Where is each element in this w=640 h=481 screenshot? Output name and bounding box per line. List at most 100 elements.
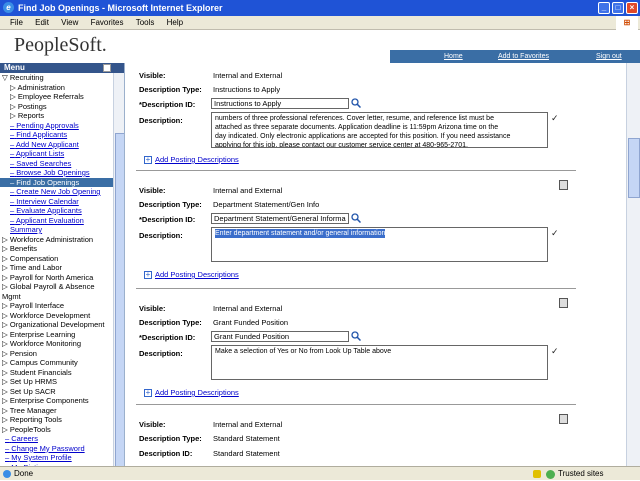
description-type-value: Standard Statement [213, 434, 280, 443]
menu-item-label: Workforce Development [9, 310, 91, 320]
maximize-button[interactable]: □ [612, 2, 624, 14]
menu-item[interactable]: – Saved Searches [0, 159, 113, 169]
add-posting-descriptions-link[interactable]: + Add Posting Descriptions [144, 155, 239, 164]
spell-check-icon[interactable]: ✓ [551, 228, 563, 238]
menu-bullet: – [10, 177, 15, 187]
description-id-label: *Description ID: [139, 215, 196, 224]
menu-item[interactable]: ▷ Reports [0, 111, 113, 121]
menu-item[interactable]: – Browse Job Openings [0, 168, 113, 178]
content-scroll-thumb[interactable] [628, 138, 640, 198]
menu-item[interactable]: – Create New Job Opening [0, 187, 113, 197]
lookup-magnifier-icon[interactable] [351, 331, 361, 341]
menu-item[interactable]: – Find Job Openings [0, 177, 113, 187]
description-id-input[interactable]: Instructions to Apply [211, 98, 349, 109]
menu-item[interactable]: – Add New Applicant [0, 140, 113, 150]
menu-item[interactable]: ▷ Reporting Tools [0, 415, 113, 425]
menu-scroll-thumb[interactable] [115, 133, 124, 466]
menu-edit[interactable]: Edit [35, 18, 49, 27]
menu-item[interactable]: ▷ Workforce Monitoring [0, 339, 113, 349]
menu-item[interactable]: ▷ Campus Community [0, 358, 113, 368]
collapsed-arrow-icon: ▷ [2, 348, 8, 358]
menu-item-label: Recruiting [9, 73, 44, 82]
spell-check-icon[interactable]: ✓ [551, 113, 563, 123]
description-id-input[interactable]: Grant Funded Position [211, 331, 349, 342]
lookup-magnifier-icon[interactable] [351, 98, 361, 108]
delete-row-icon[interactable] [559, 180, 568, 190]
spell-check-icon[interactable]: ✓ [551, 346, 563, 356]
menu-item[interactable]: – Pending Approvals [0, 121, 113, 131]
section-divider [136, 288, 576, 289]
menu-favorites[interactable]: Favorites [91, 18, 124, 27]
menu-item[interactable]: ▷ Postings [0, 102, 113, 112]
menu-item[interactable]: ▷ Global Payroll & Absence Mgmt [0, 282, 113, 301]
expanded-arrow-icon: ▽ [2, 73, 8, 82]
delete-row-icon[interactable] [559, 414, 568, 424]
menu-item-label: Evaluate Applicants [16, 206, 82, 215]
menu-tools[interactable]: Tools [136, 18, 155, 27]
description-type-label: Description Type: [139, 200, 202, 209]
home-link[interactable]: Home [444, 50, 463, 63]
menu-item[interactable]: – Find Applicants [0, 130, 113, 140]
menu-item[interactable]: – Applicant Lists [0, 149, 113, 159]
collapsed-arrow-icon: ▷ [2, 367, 8, 377]
menu-item[interactable]: ▷ Time and Labor [0, 263, 113, 273]
menu-item[interactable]: – Applicant Evaluation Summary [0, 216, 113, 235]
menu-item[interactable]: ▷ Employee Referrals [0, 92, 113, 102]
menu-item[interactable]: – Interview Calendar [0, 197, 113, 207]
menu-item[interactable]: ▷ Compensation [0, 254, 113, 264]
menu-item-label: Payroll for North America [9, 272, 94, 282]
add-row-icon: + [144, 270, 152, 279]
description-label: Description: [139, 116, 183, 125]
collapsed-arrow-icon: ▷ [2, 386, 8, 396]
menu-item-label: Tree Manager [9, 405, 57, 415]
menu-item[interactable]: ▷ Set Up SACR [0, 387, 113, 397]
menu-view[interactable]: View [61, 18, 78, 27]
description-id-input[interactable]: Department Statement/General Informa [211, 213, 349, 224]
add-posting-descriptions-link[interactable]: + Add Posting Descriptions [144, 388, 239, 397]
description-line: Make a selection of Yes or No from Look … [215, 348, 392, 355]
menu-item[interactable]: ▷ Tree Manager [0, 406, 113, 416]
menu-item[interactable]: – Change My Password [0, 444, 113, 454]
menu-item[interactable]: ▷ Workforce Development [0, 311, 113, 321]
collapsed-arrow-icon: ▷ [2, 253, 8, 263]
menu-help[interactable]: Help [167, 18, 183, 27]
menu-item[interactable]: ▷ Payroll for North America [0, 273, 113, 283]
delete-row-icon[interactable] [559, 298, 568, 308]
menu-item[interactable]: ▷ Pension [0, 349, 113, 359]
menu-item[interactable]: ▷ Workforce Administration [0, 235, 113, 245]
lookup-magnifier-icon[interactable] [351, 213, 361, 223]
menu-item[interactable]: – My System Profile [0, 453, 113, 463]
menu-item[interactable]: ▷ Enterprise Learning [0, 330, 113, 340]
menu-item[interactable]: – Evaluate Applicants [0, 206, 113, 216]
menu-item[interactable]: – Careers [0, 434, 113, 444]
visible-value: Internal and External [213, 420, 283, 429]
menu-file[interactable]: File [10, 18, 23, 27]
collapsed-arrow-icon: ▷ [10, 82, 16, 92]
menu-item[interactable]: ▷ Payroll Interface [0, 301, 113, 311]
collapsed-arrow-icon: ▷ [2, 396, 8, 405]
content-scrollbar[interactable] [626, 63, 640, 466]
minimize-button[interactable]: _ [598, 2, 610, 14]
menu-item[interactable]: ▷ Administration [0, 83, 113, 93]
menu-bullet: – [10, 158, 15, 168]
description-textarea[interactable]: Enter department statement and/or genera… [211, 227, 548, 262]
description-textarea[interactable]: Make a selection of Yes or No from Look … [211, 345, 548, 380]
visible-value: Internal and External [213, 186, 283, 195]
menu-item[interactable]: ▽ Recruiting [0, 73, 113, 83]
sign-out-link[interactable]: Sign out [596, 50, 622, 63]
menu-item[interactable]: ▷ PeopleTools [0, 425, 113, 435]
menu-collapse-icon[interactable] [103, 64, 111, 72]
menu-item[interactable]: ▷ Enterprise Components [0, 396, 113, 406]
menu-item[interactable]: ▷ Benefits [0, 244, 113, 254]
menu-item[interactable]: ▷ Set Up HRMS [0, 377, 113, 387]
menu-item[interactable]: ▷ Organizational Development [0, 320, 113, 330]
close-button[interactable]: × [626, 2, 638, 14]
menu-bullet: – [10, 120, 15, 130]
add-posting-descriptions-link[interactable]: + Add Posting Descriptions [144, 270, 239, 279]
menu-item[interactable]: ▷ Student Financials [0, 368, 113, 378]
collapsed-arrow-icon: ▷ [2, 320, 8, 329]
menu-scrollbar[interactable] [113, 73, 124, 466]
add-to-favorites-link[interactable]: Add to Favorites [498, 50, 549, 63]
menu-bullet: – [10, 149, 15, 158]
description-textarea[interactable]: numbers of three professional references… [211, 112, 548, 148]
